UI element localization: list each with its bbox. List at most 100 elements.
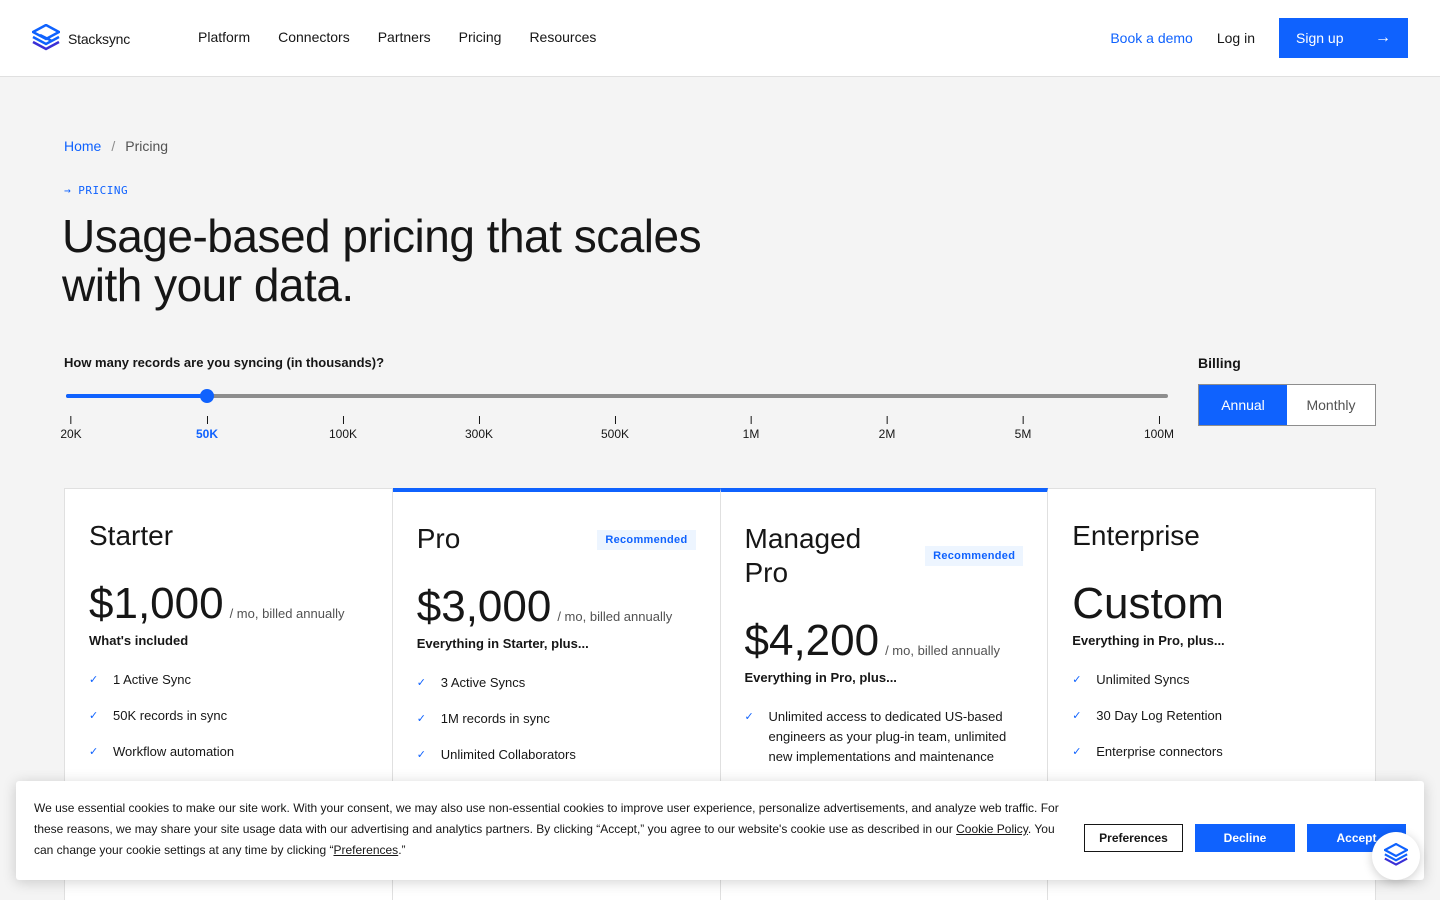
tick-label: 500K [600, 427, 630, 441]
site-header: Stacksync Platform Connectors Partners P… [0, 0, 1440, 77]
nav-platform[interactable]: Platform [198, 29, 250, 45]
brand-logo[interactable]: Stacksync [32, 24, 130, 54]
tick-label: 50K [195, 427, 219, 441]
plan-price: $1,000 [89, 579, 224, 628]
signup-button[interactable]: Sign up → [1279, 18, 1408, 58]
included-heading: Everything in Pro, plus... [744, 670, 897, 685]
slider-tick-300k[interactable]: 300K [465, 416, 493, 441]
chat-widget-button[interactable] [1372, 832, 1420, 880]
recommended-badge: Recommended [597, 530, 696, 550]
book-demo-link[interactable]: Book a demo [1110, 30, 1193, 46]
included-heading: Everything in Pro, plus... [1072, 633, 1225, 648]
cookie-policy-link[interactable]: Cookie Policy [956, 822, 1028, 836]
slider-handle[interactable] [200, 389, 214, 403]
arrow-right-icon: → [1375, 29, 1391, 46]
recommended-badge: Recommended [925, 546, 1024, 566]
nav-partners[interactable]: Partners [378, 29, 431, 45]
slider-tick-100m[interactable]: 100M [1144, 416, 1174, 441]
check-icon: ✓ [89, 710, 99, 722]
slider-tick-500k[interactable]: 500K [601, 416, 629, 441]
feature-item: ✓ Unlimited Syncs [1072, 670, 1351, 690]
nav-pricing[interactable]: Pricing [459, 29, 502, 45]
nav-connectors[interactable]: Connectors [278, 29, 350, 45]
feature-list: ✓ 1 Active Sync ✓ 50K records in sync ✓ Wor… [89, 670, 368, 762]
tick-label: 2M [878, 427, 896, 441]
plan-price: $3,000 [416, 582, 552, 631]
check-icon: ✓ [416, 749, 426, 761]
cookie-preferences-link[interactable]: Preferences [333, 843, 398, 857]
tick-label: 5M [1014, 427, 1032, 441]
tick-mark [750, 416, 752, 424]
included-heading: Everything in Starter, plus... [416, 636, 589, 651]
tick-mark [614, 416, 616, 424]
cookie-preferences-button[interactable]: Preferences [1084, 824, 1183, 852]
feature-item: ✓ Enterprise connectors [1072, 742, 1351, 762]
plan-name: Pro [416, 523, 461, 554]
billing-toggle: Annual Monthly [1198, 384, 1376, 426]
check-icon: ✓ [416, 713, 426, 725]
header-actions: Book a demo Log in Sign up → [1110, 18, 1408, 58]
feature-text: 1M records in sync [440, 711, 550, 726]
records-question: How many records are you syncing (in tho… [64, 355, 385, 370]
cookie-message: We use essential cookies to make our sit… [34, 798, 1064, 861]
cookie-text-part: We use essential cookies to make our sit… [34, 801, 1059, 836]
feature-list: ✓ Unlimited access to dedicated US-based … [745, 707, 1024, 767]
brand-name: Stacksync [68, 31, 130, 47]
login-link[interactable]: Log in [1217, 30, 1255, 46]
check-icon: ✓ [1072, 710, 1082, 722]
feature-text: Unlimited Syncs [1096, 672, 1190, 687]
price-row: $4,200 / mo, billed annually [745, 618, 1024, 664]
feature-item: ✓ Unlimited Collaborators [417, 745, 696, 765]
feature-text: Unlimited Collaborators [440, 747, 576, 762]
records-slider[interactable] [66, 389, 1168, 403]
included-heading: What's included [89, 633, 189, 648]
billing-annual-option[interactable]: Annual [1199, 385, 1287, 425]
plan-name: Enterprise [1072, 520, 1200, 551]
feature-text: 50K records in sync [113, 708, 228, 723]
slider-tick-1m[interactable]: 1M [742, 416, 760, 441]
feature-item: ✓ 30 Day Log Retention [1072, 706, 1351, 726]
cookie-text-part: .” [398, 843, 406, 857]
tick-mark [886, 416, 888, 424]
nav-resources[interactable]: Resources [529, 29, 596, 45]
feature-item: ✓ Unlimited access to dedicated US-based … [745, 707, 1024, 767]
breadcrumb-home[interactable]: Home [64, 138, 101, 154]
slider-fill [66, 394, 207, 398]
cookie-decline-button[interactable]: Decline [1195, 824, 1295, 852]
plan-name: Starter [89, 520, 174, 551]
breadcrumb-current: Pricing [125, 138, 169, 154]
stacksync-logo-icon [32, 24, 60, 51]
price-row: $3,000 / mo, billed annually [417, 584, 696, 630]
breadcrumb-separator: / [111, 138, 116, 154]
signup-label: Sign up [1296, 30, 1344, 46]
tick-mark [206, 416, 208, 424]
tick-label: 1M [742, 427, 760, 441]
feature-text: 1 Active Sync [113, 672, 192, 687]
feature-text: 30 Day Log Retention [1096, 708, 1223, 723]
feature-text: Workflow automation [113, 744, 235, 759]
slider-tick-100k[interactable]: 100K [329, 416, 357, 441]
price-period: / mo, billed annually [557, 609, 673, 624]
tick-mark [342, 416, 344, 424]
billing-monthly-option[interactable]: Monthly [1287, 385, 1375, 425]
tick-label: 100K [328, 427, 358, 441]
check-icon: ✓ [744, 711, 754, 723]
price-period: / mo, billed annually [229, 606, 345, 621]
tick-label: 20K [60, 427, 82, 441]
feature-item: ✓ 1M records in sync [417, 709, 696, 729]
main-nav: Platform Connectors Partners Pricing Res… [198, 29, 596, 45]
price-row: $1,000 / mo, billed annually [89, 581, 368, 627]
check-icon: ✓ [89, 674, 99, 686]
feature-text: Enterprise connectors [1096, 744, 1223, 759]
feature-item: ✓ 50K records in sync [89, 706, 368, 726]
feature-item: ✓ Workflow automation [89, 742, 368, 762]
slider-tick-20k[interactable]: 20K [60, 416, 82, 441]
cookie-banner: We use essential cookies to make our sit… [16, 781, 1424, 880]
slider-tick-2m[interactable]: 2M [878, 416, 896, 441]
feature-text: 3 Active Syncs [440, 675, 526, 690]
slider-tick-5m[interactable]: 5M [1014, 416, 1032, 441]
check-icon: ✓ [1072, 746, 1082, 758]
check-icon: ✓ [89, 746, 99, 758]
slider-tick-50k[interactable]: 50K [196, 416, 218, 441]
tick-label: 100M [1143, 427, 1175, 441]
